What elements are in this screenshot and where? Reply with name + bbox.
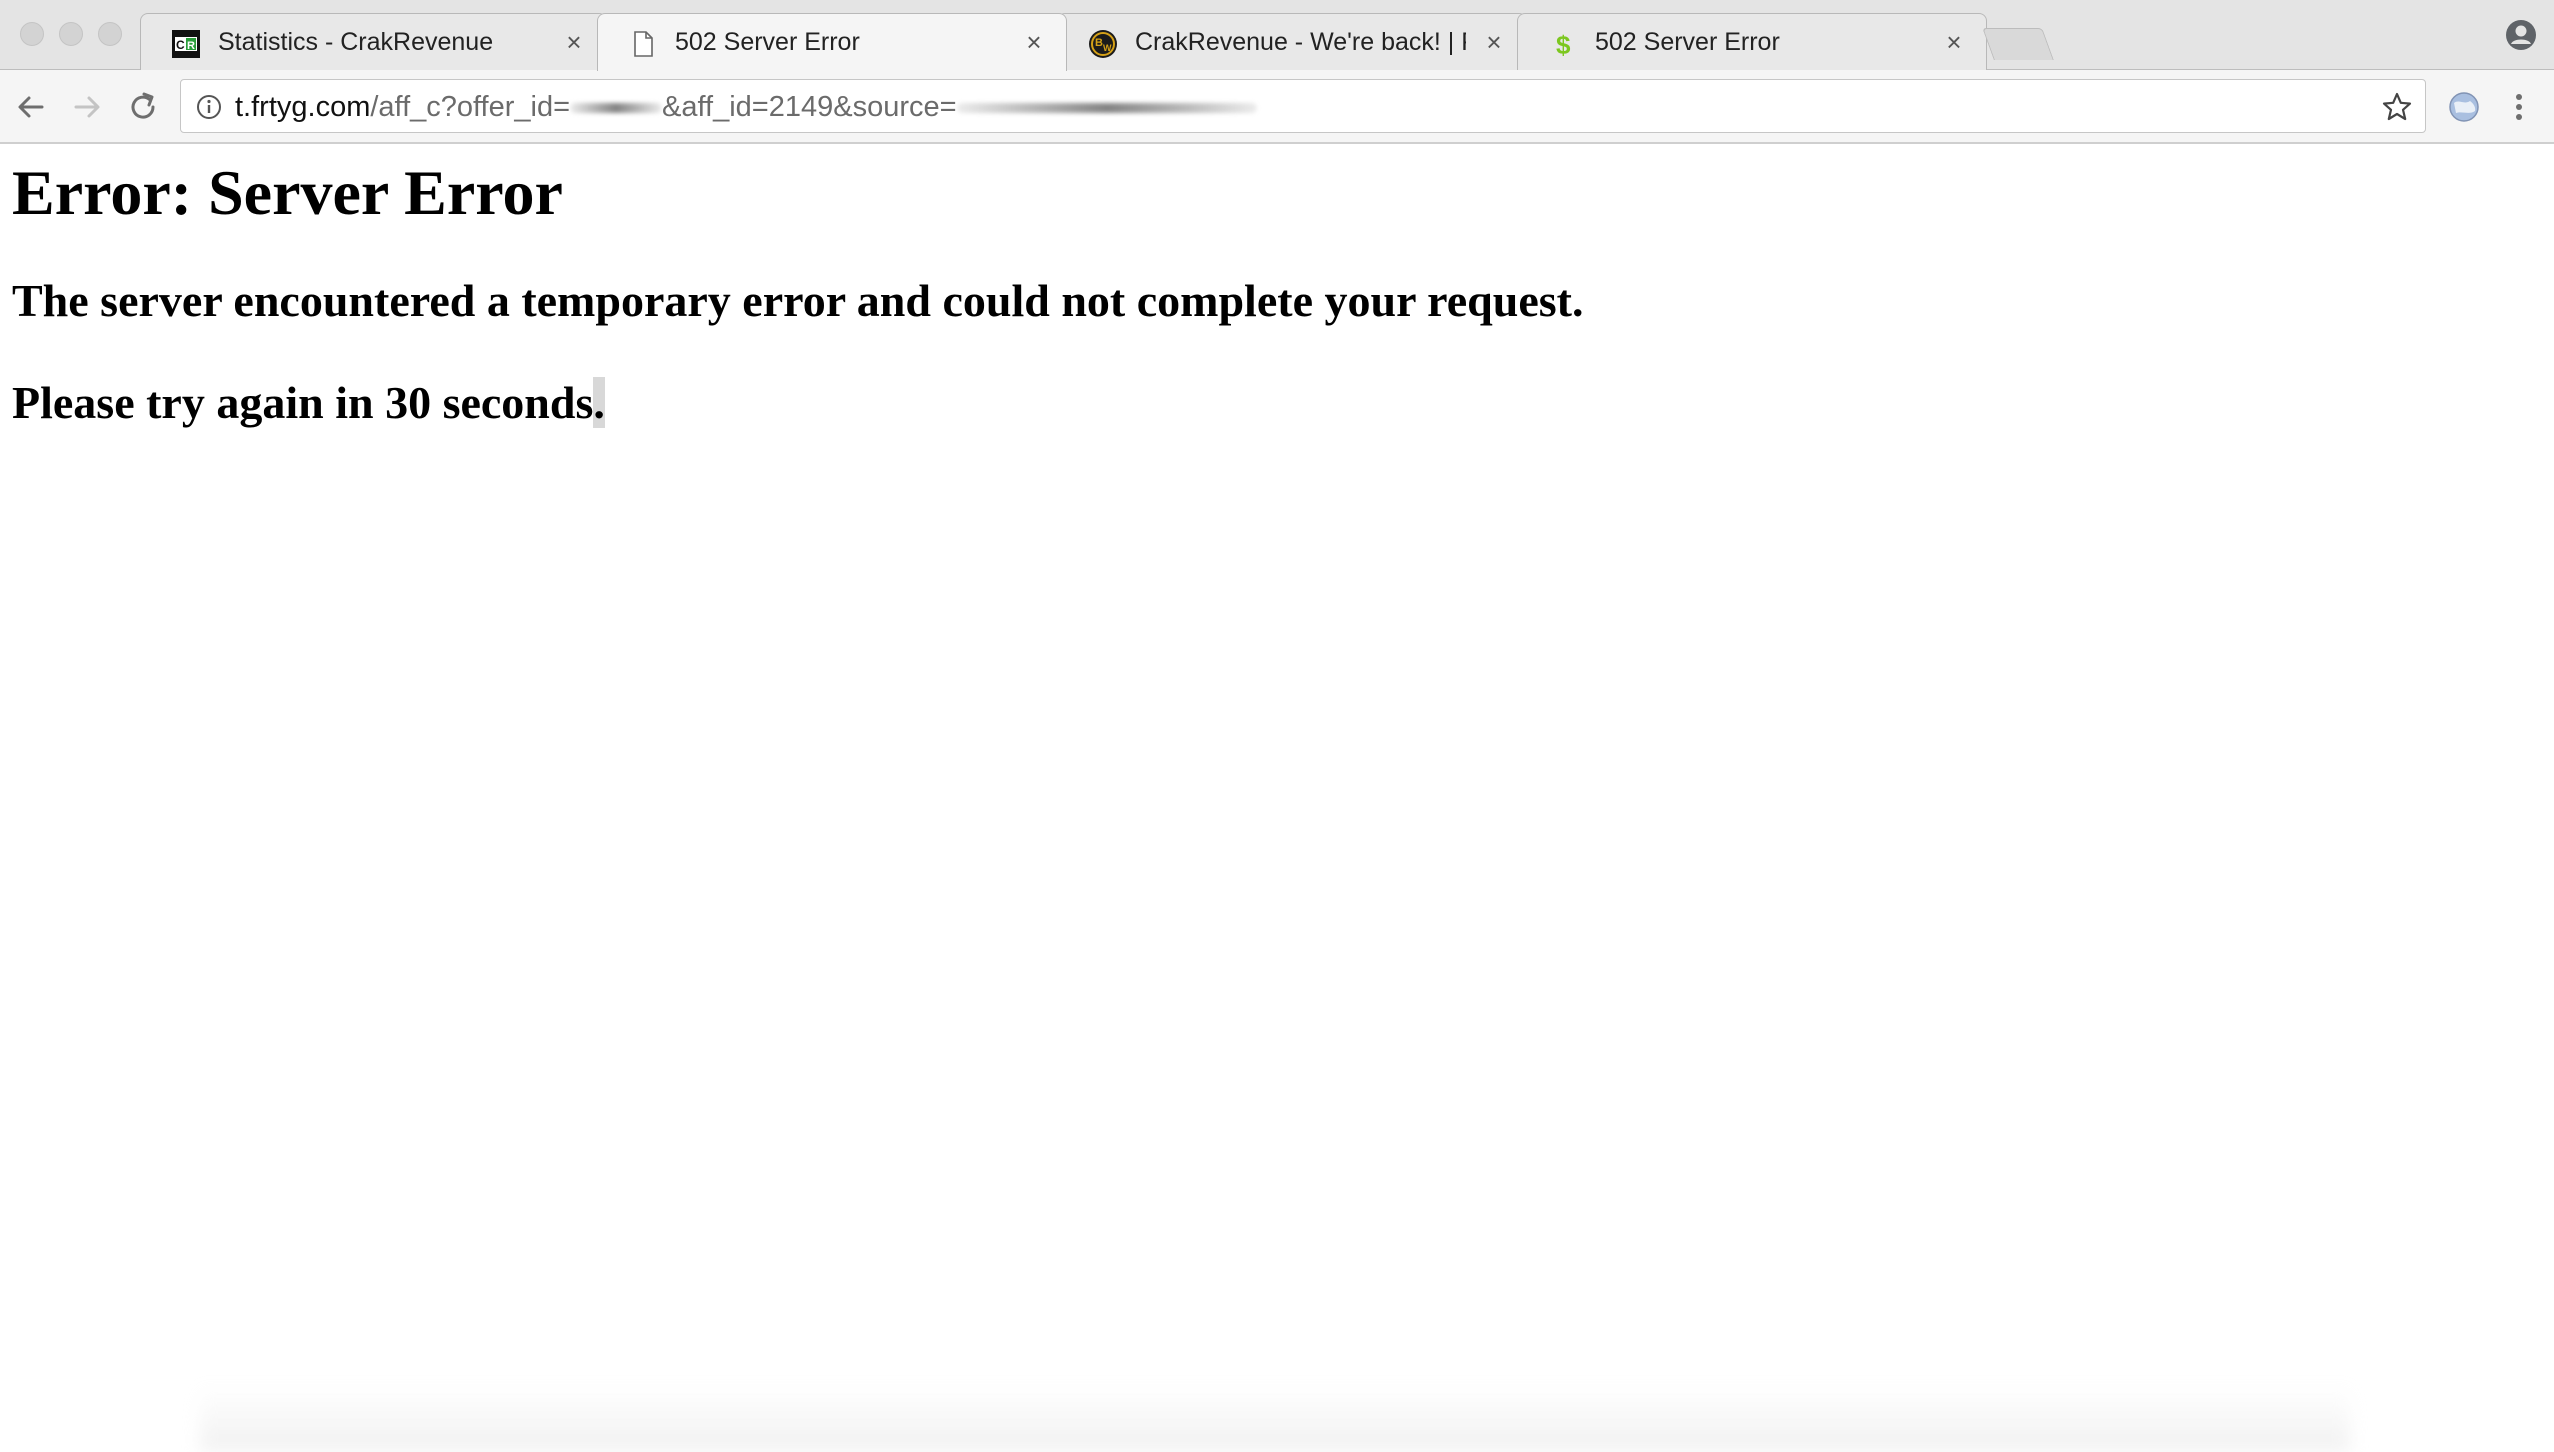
extension-globe-icon[interactable]	[2446, 89, 2482, 125]
tab-close-icon[interactable]: ×	[1480, 27, 1508, 57]
bw-logo-icon: B W	[1089, 30, 1117, 58]
tab-close-icon[interactable]: ×	[1020, 27, 1048, 57]
url-text[interactable]: t.frtyg.com/aff_c?offer_id= &aff_id=2149&…	[235, 91, 1257, 123]
svg-text:W: W	[1103, 43, 1112, 53]
window-minimize-button[interactable]	[59, 22, 83, 46]
blank-page-icon	[634, 31, 653, 57]
text-selection-highlight: .	[593, 377, 605, 428]
redacted-offer-id	[570, 103, 663, 114]
tab-crakrevenue-were-back[interactable]: B W CrakRevenue - We're back! | P ×	[1057, 13, 1527, 71]
browser-toolbar: t.frtyg.com/aff_c?offer_id= &aff_id=2149&…	[0, 70, 2554, 144]
tab-title: 502 Server Error	[675, 28, 860, 56]
address-bar[interactable]: t.frtyg.com/aff_c?offer_id= &aff_id=2149&…	[180, 79, 2426, 133]
url-path-part1: /aff_c?offer_id=	[370, 91, 571, 123]
url-host: t.frtyg.com	[235, 91, 371, 123]
reload-icon[interactable]	[124, 88, 162, 126]
bookmark-star-icon[interactable]	[2381, 91, 2413, 123]
tab-close-icon[interactable]: ×	[1940, 27, 1968, 57]
window-close-button[interactable]	[20, 22, 44, 46]
dollar-sign-icon: $	[1556, 30, 1571, 59]
tab-title: Statistics - CrakRevenue	[218, 28, 494, 56]
tab-502-server-error-active[interactable]: 502 Server Error ×	[597, 13, 1067, 71]
back-arrow-icon[interactable]	[12, 88, 50, 126]
tab-statistics-crakrevenue[interactable]: C R Statistics - CrakRevenue ×	[140, 13, 607, 71]
svg-text:$: $	[1556, 30, 1571, 59]
new-tab-button[interactable]	[1982, 28, 2054, 60]
tab-close-icon[interactable]: ×	[560, 27, 588, 57]
bottom-shadow	[200, 1386, 2350, 1452]
svg-text:B: B	[1095, 37, 1103, 49]
tab-502-server-error[interactable]: $ 502 Server Error ×	[1517, 13, 1987, 71]
retry-text: Please try again in 30 seconds	[12, 377, 594, 428]
error-title: Error: Server Error	[12, 157, 563, 228]
svg-text:R: R	[187, 40, 195, 52]
redacted-source	[956, 103, 1257, 114]
crakrevenue-logo-icon: C R	[172, 30, 200, 58]
tab-strip: C R Statistics - CrakRevenue × 502 Serve…	[0, 0, 2554, 71]
profile-icon[interactable]	[2504, 18, 2538, 52]
tab-title: 502 Server Error	[1595, 28, 1780, 56]
error-message: The server encountered a temporary error…	[12, 275, 1584, 326]
svg-text:C: C	[176, 38, 185, 52]
forward-arrow-icon[interactable]	[68, 88, 106, 126]
error-retry-message: Please try again in 30 seconds.	[12, 376, 605, 429]
page-content: Error: Server Error The server encounter…	[0, 146, 2554, 1452]
window-maximize-button[interactable]	[98, 22, 122, 46]
site-info-icon[interactable]	[195, 93, 223, 121]
tab-title: CrakRevenue - We're back! | P	[1135, 28, 1466, 56]
url-path-part2: &aff_id=2149&source=	[662, 91, 957, 123]
menu-kebab-icon[interactable]	[2506, 89, 2532, 125]
